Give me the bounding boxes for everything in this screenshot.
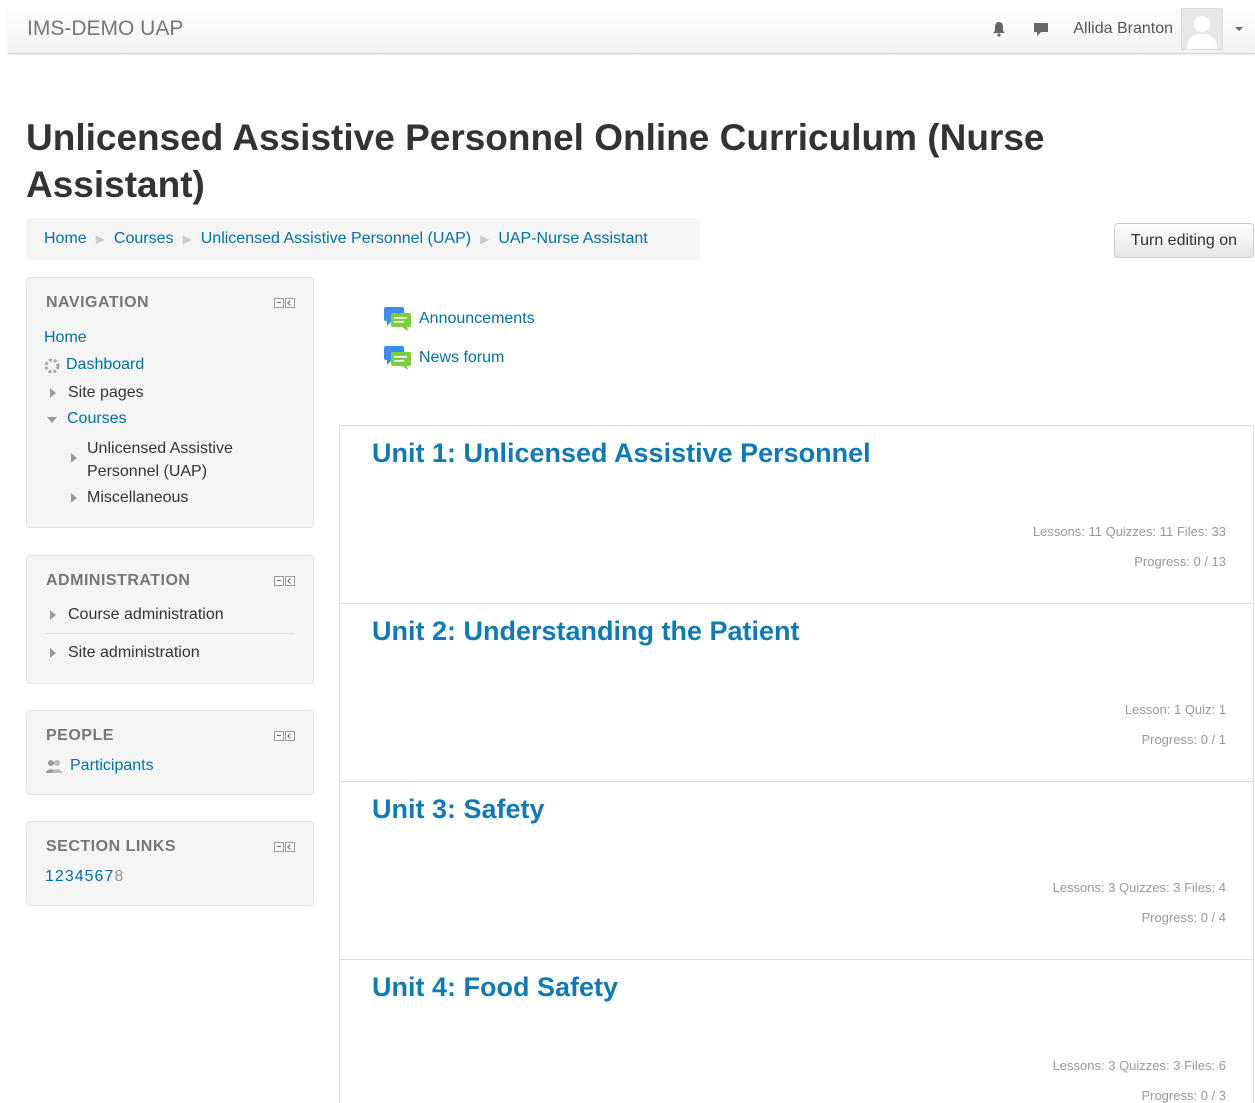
expand-arrow-icon xyxy=(50,610,56,620)
administration-block: ADMINISTRATION Course administration Sit… xyxy=(26,555,314,684)
section-link-4[interactable]: 4 xyxy=(75,868,85,886)
block-controls xyxy=(274,842,295,852)
admin-site-label: Site administration xyxy=(68,644,200,661)
section-title[interactable]: Unit 1: Unlicensed Assistive Personnel xyxy=(372,438,871,469)
dock-block-icon[interactable] xyxy=(285,576,295,586)
section-link-6[interactable]: 6 xyxy=(95,868,105,886)
block-title: NAVIGATION xyxy=(46,294,150,311)
dock-block-icon[interactable] xyxy=(285,298,295,308)
section-link-1[interactable]: 1 xyxy=(45,868,55,886)
nav-misc-label: Miscellaneous xyxy=(87,489,189,506)
nav-uap-label-line2: Personnel (UAP) xyxy=(87,463,208,480)
block-controls xyxy=(274,731,295,741)
nav-dashboard-label[interactable]: Dashboard xyxy=(66,356,144,374)
collapse-block-icon[interactable] xyxy=(274,731,284,741)
people-participants[interactable]: Participants xyxy=(45,757,154,779)
nav-home-link[interactable]: Home xyxy=(44,329,87,347)
breadcrumb-course[interactable]: UAP-Nurse Assistant xyxy=(498,230,647,248)
admin-course-label: Course administration xyxy=(68,606,224,623)
collapse-block-icon[interactable] xyxy=(274,842,284,852)
section-progress: Progress: 0 / 4 xyxy=(1141,910,1226,925)
nav-uap-label-line1: Unlicensed Assistive xyxy=(87,440,233,457)
section-link-5[interactable]: 5 xyxy=(85,868,95,886)
announcements-link[interactable]: Announcements xyxy=(419,310,535,328)
block-title: SECTION LINKS xyxy=(46,838,177,855)
expand-arrow-icon xyxy=(50,388,56,398)
course-section-1: Unit 1: Unlicensed Assistive Personnel L… xyxy=(339,425,1254,603)
block-title: PEOPLE xyxy=(46,727,114,744)
notification-bell-icon[interactable] xyxy=(989,19,1009,39)
people-block: PEOPLE Participants xyxy=(26,710,314,795)
forum-icon xyxy=(383,345,413,371)
collapse-block-icon[interactable] xyxy=(274,576,284,586)
section-progress: Progress: 0 / 3 xyxy=(1141,1088,1226,1103)
participants-link[interactable]: Participants xyxy=(70,757,154,775)
course-section-2: Unit 2: Understanding the Patient Lesson… xyxy=(339,603,1254,781)
top-navbar: IMS-DEMO UAP Allida Branton xyxy=(8,4,1255,54)
navbar-user-area: Allida Branton xyxy=(989,4,1255,54)
nav-miscellaneous[interactable]: Miscellaneous xyxy=(71,489,188,507)
block-title: ADMINISTRATION xyxy=(46,572,191,589)
breadcrumb-home[interactable]: Home xyxy=(44,230,87,248)
user-menu-caret-icon[interactable] xyxy=(1235,27,1243,31)
section-links-list: 1 2 3 4 5 6 7 8 xyxy=(45,868,124,886)
section-link-2[interactable]: 2 xyxy=(55,868,65,886)
expand-arrow-icon xyxy=(71,453,77,463)
nav-site-pages-label: Site pages xyxy=(68,384,144,401)
collapse-arrow-icon xyxy=(47,417,57,423)
section-activity-counts: Lesson: 1 Quiz: 1 xyxy=(1124,702,1226,717)
news-forum-link[interactable]: News forum xyxy=(419,349,504,367)
section-title[interactable]: Unit 2: Understanding the Patient xyxy=(372,616,800,647)
page-title: Unlicensed Assistive Personnel Online Cu… xyxy=(26,117,1045,205)
breadcrumb-courses[interactable]: Courses xyxy=(114,230,174,248)
divider xyxy=(45,633,295,634)
expand-arrow-icon xyxy=(50,648,56,658)
section-progress: Progress: 0 / 13 xyxy=(1134,554,1226,569)
block-controls xyxy=(274,298,295,308)
section-link-7[interactable]: 7 xyxy=(104,868,114,886)
course-section-3: Unit 3: Safety Lessons: 3 Quizzes: 3 Fil… xyxy=(339,781,1254,959)
breadcrumb-separator-icon: ▶ xyxy=(182,232,192,246)
breadcrumb-category[interactable]: Unlicensed Assistive Personnel (UAP) xyxy=(201,230,471,248)
breadcrumb: Home ▶ Courses ▶ Unlicensed Assistive Pe… xyxy=(26,218,700,260)
section-activity-counts: Lessons: 11 Quizzes: 11 Files: 33 xyxy=(1032,524,1226,539)
section-activity-counts: Lessons: 3 Quizzes: 3 Files: 6 xyxy=(1052,1058,1226,1073)
section-activity-counts: Lessons: 3 Quizzes: 3 Files: 4 xyxy=(1052,880,1226,895)
forum-icon xyxy=(383,306,413,332)
dashboard-icon xyxy=(44,358,60,379)
avatar[interactable] xyxy=(1181,8,1223,50)
dock-block-icon[interactable] xyxy=(285,842,295,852)
turn-editing-on-button[interactable]: Turn editing on xyxy=(1114,223,1254,258)
section-links-block: SECTION LINKS 1 2 3 4 5 6 7 8 xyxy=(26,821,314,906)
user-name[interactable]: Allida Branton xyxy=(1073,20,1173,38)
section-link-8: 8 xyxy=(114,868,125,885)
nav-site-pages[interactable]: Site pages xyxy=(50,384,144,402)
nav-uap-label: Unlicensed Assistive Personnel (UAP) xyxy=(87,437,233,483)
admin-site-administration[interactable]: Site administration xyxy=(50,644,200,662)
announcements-activity[interactable]: Announcements xyxy=(383,306,535,332)
navigation-block: NAVIGATION Home Dashboard Site pages Cou… xyxy=(26,277,314,528)
expand-arrow-icon xyxy=(71,493,77,503)
nav-uap-category[interactable]: Unlicensed Assistive Personnel (UAP) xyxy=(71,437,233,483)
dock-block-icon[interactable] xyxy=(285,731,295,741)
nav-courses-label[interactable]: Courses xyxy=(67,410,127,428)
admin-course-administration[interactable]: Course administration xyxy=(50,606,224,624)
nav-dashboard[interactable]: Dashboard xyxy=(44,356,144,379)
collapse-block-icon[interactable] xyxy=(274,298,284,308)
section-link-3[interactable]: 3 xyxy=(65,868,75,886)
site-brand-link[interactable]: IMS-DEMO UAP xyxy=(27,17,183,41)
breadcrumb-separator-icon: ▶ xyxy=(480,232,490,246)
section-title[interactable]: Unit 3: Safety xyxy=(372,794,545,825)
section-progress: Progress: 0 / 1 xyxy=(1141,732,1226,747)
nav-courses[interactable]: Courses xyxy=(47,410,127,428)
news-forum-activity[interactable]: News forum xyxy=(383,345,504,371)
messages-icon[interactable] xyxy=(1031,19,1051,39)
breadcrumb-separator-icon: ▶ xyxy=(95,232,105,246)
course-section-4: Unit 4: Food Safety Lessons: 3 Quizzes: … xyxy=(339,959,1254,1103)
block-controls xyxy=(274,576,295,586)
section-title[interactable]: Unit 4: Food Safety xyxy=(372,972,618,1003)
participants-icon xyxy=(45,758,63,779)
